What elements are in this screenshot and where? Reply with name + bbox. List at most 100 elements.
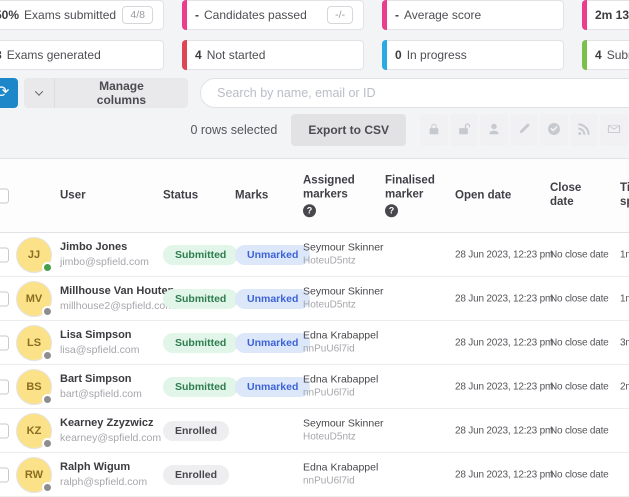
- lock-action-button[interactable]: [420, 114, 448, 146]
- mail-action-button[interactable]: [600, 114, 628, 146]
- assigned-markers-cell: Seymour Skinner HoteuD5ntz: [303, 416, 384, 445]
- table-row[interactable]: MV Millhouse Van Houten millhouse2@spfield…: [0, 277, 629, 321]
- online-status-dot: [42, 261, 53, 273]
- row-checkbox[interactable]: [0, 423, 9, 438]
- marker-id: nnPuU6l7id: [303, 343, 355, 355]
- stat-value: 8: [0, 48, 2, 62]
- broadcast-action-button[interactable]: [570, 114, 598, 146]
- columns-dropdown-button[interactable]: [24, 78, 55, 108]
- stat-color-bar: [182, 40, 187, 70]
- open-date-cell: 28 Jun 2023, 12:23 pm: [455, 425, 554, 436]
- user-email: millhouse2@spfield.com: [60, 299, 174, 312]
- rows-selected-label: 0 rows selected: [190, 123, 278, 137]
- stat-label: In progress: [406, 48, 467, 62]
- table-row[interactable]: LS Lisa Simpson lisa@spfield.com Submitted U…: [0, 321, 629, 365]
- search-input[interactable]: [200, 78, 629, 108]
- column-header-label: Finalised marker: [385, 173, 435, 201]
- table-toolbar: ⟳ Manage columns: [0, 78, 629, 108]
- row-checkbox[interactable]: [0, 291, 9, 306]
- refresh-button[interactable]: ⟳: [0, 78, 18, 108]
- table-row[interactable]: KZ Kearney Zzyzwicz kearney@spfield.com Enr…: [0, 409, 629, 453]
- stat-badge: -/-: [327, 6, 353, 24]
- stat-color-bar: [582, 0, 587, 30]
- column-header-assigned: Assigned markers?: [303, 173, 367, 218]
- stat-card: 4 Submitted: [582, 40, 629, 70]
- table-row[interactable]: JJ Jimbo Jones jimbo@spfield.com Submitted U…: [0, 233, 629, 277]
- check-circle-icon: [547, 122, 561, 139]
- status-badge: Submitted: [163, 376, 239, 397]
- marks-badge: Unmarked: [235, 288, 311, 309]
- pencil-action-button[interactable]: [510, 114, 538, 146]
- user-email: kearney@spfield.com: [60, 431, 162, 444]
- export-csv-button[interactable]: Export to CSV: [291, 114, 406, 146]
- chevron-down-icon: [34, 87, 43, 96]
- user-email: jimbo@spfield.com: [60, 255, 149, 268]
- stat-color-bar: [382, 40, 387, 70]
- unlock-icon: [457, 122, 471, 139]
- status-badge: Enrolled: [163, 464, 230, 485]
- stat-value: 2m 13s: [595, 8, 629, 22]
- user-name: Millhouse Van Houten: [60, 284, 175, 297]
- user-icon: [487, 122, 501, 139]
- assigned-markers-cell: Edna Krabappel nnPuU6l7id: [303, 328, 378, 357]
- status-badge: Submitted: [163, 288, 239, 309]
- marker-name: Edna Krabappel: [303, 373, 379, 386]
- stat-color-bar: [382, 0, 387, 30]
- column-header-status: Status: [163, 188, 198, 203]
- avatar: KZ: [16, 412, 53, 449]
- stat-label: Not started: [206, 48, 266, 62]
- close-date-cell: No close date: [550, 381, 609, 392]
- row-checkbox[interactable]: [0, 335, 9, 350]
- user-name: Ralph Wigum: [60, 460, 131, 473]
- stat-card: 4 Not started: [182, 40, 364, 70]
- stat-card: - Candidates passed -/-: [182, 0, 364, 30]
- refresh-icon: ⟳: [0, 84, 10, 101]
- row-checkbox[interactable]: [0, 467, 9, 482]
- column-header-close: Close date: [550, 181, 600, 211]
- assigned-markers-cell: Edna Krabappel nnPuU6l7id: [303, 460, 378, 489]
- open-date-cell: 28 Jun 2023, 12:23 pm: [455, 469, 554, 480]
- stat-value: 4: [195, 48, 202, 62]
- avatar: JJ: [16, 236, 53, 273]
- stats-row-2: 8 Exams generated 4 Not started 0 In progress…: [0, 40, 629, 70]
- stat-label: Average score: [404, 8, 482, 22]
- manage-columns-button[interactable]: Manage columns: [55, 78, 188, 108]
- offline-status-dot: [42, 349, 53, 361]
- table-row[interactable]: BS Bart Simpson bart@spfield.com Submitted U…: [0, 365, 629, 409]
- close-date-cell: No close date: [550, 469, 609, 480]
- lock-icon: [427, 122, 441, 139]
- status-badge: Submitted: [163, 244, 239, 265]
- avatar: BS: [16, 368, 53, 405]
- candidates-table: User Status Marks Assigned markers? Finalise…: [0, 158, 629, 497]
- user-action-button[interactable]: [480, 114, 508, 146]
- user-email: lisa@spfield.com: [60, 343, 140, 356]
- marker-id: nnPuU6l7id: [303, 387, 355, 399]
- stat-value: 0: [395, 48, 402, 62]
- help-icon[interactable]: ?: [385, 204, 398, 218]
- check-circle-action-button[interactable]: [540, 114, 568, 146]
- user-cell: Lisa Simpson lisa@spfield.com: [60, 327, 140, 357]
- unlock-action-button[interactable]: [450, 114, 478, 146]
- close-date-cell: No close date: [550, 337, 609, 348]
- stat-value: -: [195, 8, 199, 22]
- column-header-open: Open date: [455, 188, 511, 203]
- row-checkbox[interactable]: [0, 379, 9, 394]
- column-header-user: User: [60, 188, 86, 203]
- table-row[interactable]: RW Ralph Wigum ralph@spfield.com Enrolled Ed…: [0, 453, 629, 497]
- row-checkbox[interactable]: [0, 247, 9, 262]
- user-cell: Millhouse Van Houten millhouse2@spfield.c…: [60, 283, 174, 313]
- offline-status-dot: [42, 393, 53, 405]
- assigned-markers-cell: Seymour Skinner HoteuD5ntz: [303, 284, 384, 313]
- broadcast-icon: [577, 122, 591, 139]
- stat-label: Candidates passed: [204, 8, 307, 22]
- time-spent-cell: 2m: [620, 381, 629, 392]
- help-icon[interactable]: ?: [303, 204, 316, 218]
- stat-card: 8 Exams generated: [0, 40, 164, 70]
- select-all-checkbox[interactable]: [0, 188, 9, 203]
- column-header-label: User: [60, 189, 86, 202]
- column-header-label: Marks: [235, 189, 269, 202]
- user-cell: Bart Simpson bart@spfield.com: [60, 371, 142, 401]
- manage-columns-group: Manage columns: [23, 78, 189, 108]
- bulk-actions-bar: 0 rows selected Export to CSV: [0, 113, 629, 147]
- close-date-cell: No close date: [550, 249, 609, 260]
